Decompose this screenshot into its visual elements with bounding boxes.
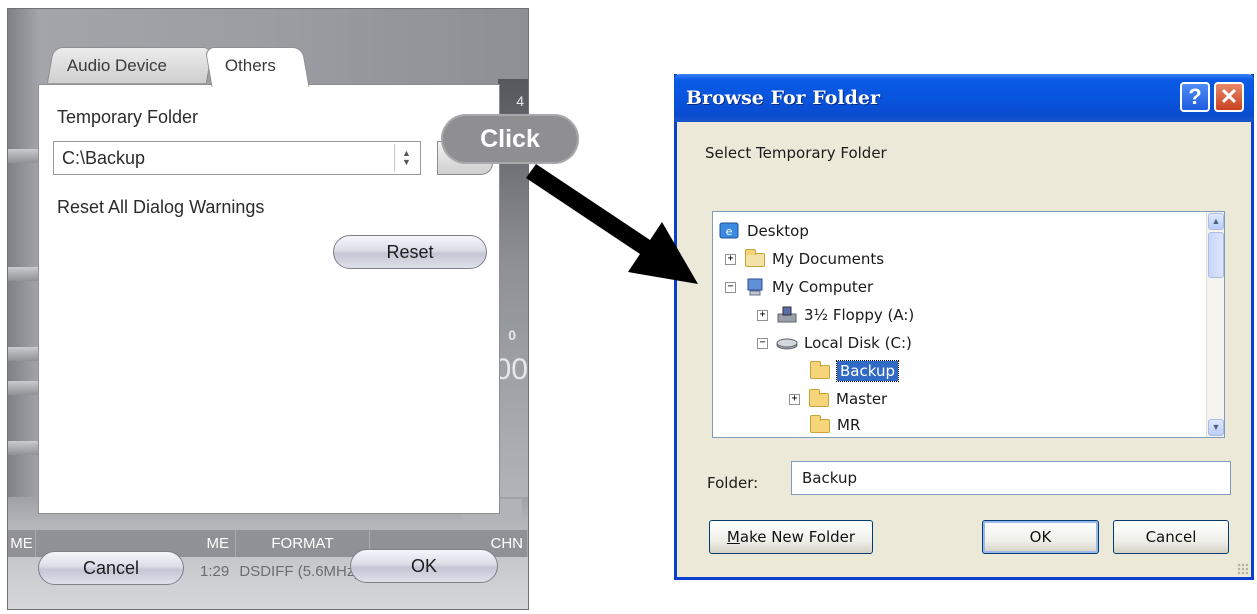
temporary-folder-value: C:\Backup [62,148,146,168]
expand-icon[interactable]: + [789,393,800,405]
cancel-button[interactable]: Cancel [1113,520,1229,554]
tree-item-desktop[interactable]: e Desktop [719,218,809,244]
track-format: DSDIFF (5.6MHz) [239,563,360,580]
column-header: FORMAT [236,530,370,557]
tab-audio-device[interactable]: Audio Device [46,47,214,83]
tree-scrollbar[interactable]: ▲ ▼ [1206,212,1224,437]
background-decoration [8,267,42,281]
background-text: 0 [508,327,516,343]
tree-item-label: My Computer [772,278,874,296]
tree-item-label: 3½ Floppy (A:) [804,306,915,324]
tree-item-label: Desktop [747,222,809,240]
tree-item-label: Backup [836,360,899,382]
tree-item-my-computer[interactable]: − My Computer [725,274,873,300]
help-icon[interactable]: ? [1180,82,1210,112]
combo-stepper-icon[interactable]: ▲ ▼ [394,144,418,172]
folder-icon [809,415,831,434]
tree-item-label: My Documents [772,250,885,268]
hard-disk-icon [776,338,798,350]
resize-grip-icon[interactable] [1237,563,1249,575]
tree-item-label: Master [836,390,888,408]
make-new-folder-button[interactable]: Make New Folder [709,520,873,554]
scroll-thumb[interactable] [1208,232,1224,278]
title-bar[interactable]: Browse For Folder ? ✕ [674,74,1254,122]
collapse-icon[interactable]: − [725,281,736,293]
others-panel: Temporary Folder C:\Backup ▲ ▼ Reset All … [38,84,500,514]
folder-field[interactable]: Backup [791,461,1231,495]
desktop-icon: e [719,222,739,239]
close-icon[interactable]: ✕ [1214,82,1244,112]
tab-others[interactable]: Others [204,47,310,87]
browse-for-folder-dialog: Browse For Folder ? ✕ Select Temporary F… [674,74,1254,580]
folder-open-icon [809,361,831,380]
track-time: 1:29 [200,563,230,580]
computer-icon [747,278,763,296]
expand-icon[interactable]: + [757,309,768,321]
cancel-button[interactable]: Cancel [38,551,184,585]
floppy-icon [777,306,797,323]
collapse-icon[interactable]: − [757,337,768,349]
scroll-up-icon[interactable]: ▲ [1208,213,1224,230]
tree-item-mr[interactable]: MR [809,412,861,437]
instruction-text: Select Temporary Folder [705,144,887,162]
temporary-folder-combo[interactable]: C:\Backup ▲ ▼ [53,141,421,175]
tree-item-local-disk[interactable]: − Local Disk (C:) [757,330,912,356]
settings-window: 4 0 00 PEAT ME ME FORMAT CHN 1:29 DSDIFF… [7,8,529,610]
pointer-arrow-icon [526,164,698,284]
background-decoration [8,347,42,361]
tree-item-my-documents[interactable]: + My Documents [725,246,884,272]
folder-documents-icon [744,249,766,268]
ok-button[interactable]: OK [982,520,1099,554]
background-decoration [8,441,42,455]
tree-item-floppy[interactable]: + 3½ Floppy (A:) [757,302,914,328]
folder-label: Folder: [707,474,759,492]
background-decoration [8,381,42,395]
background-decoration [8,149,42,163]
tree-item-backup[interactable]: Backup [809,358,899,384]
folder-icon [808,389,830,408]
dialog-title: Browse For Folder [686,87,880,109]
tree-item-label: MR [837,416,861,434]
table-row: 1:29 DSDIFF (5.6MHz) [158,563,359,580]
tree-item-master[interactable]: + Master [789,386,887,412]
ok-button[interactable]: OK [350,549,498,583]
reset-button[interactable]: Reset [333,235,487,269]
temporary-folder-label: Temporary Folder [57,107,199,127]
expand-icon[interactable]: + [725,253,736,265]
click-callout: Click [441,114,579,164]
scroll-down-icon[interactable]: ▼ [1208,419,1224,436]
svg-text:e: e [726,225,733,238]
column-header: ME [8,530,36,557]
folder-tree[interactable]: e Desktop + My Documents − My Computer + [712,211,1225,438]
reset-warnings-label: Reset All Dialog Warnings [57,197,265,217]
tree-item-label: Local Disk (C:) [804,334,912,352]
background-text: 4 [516,93,524,109]
